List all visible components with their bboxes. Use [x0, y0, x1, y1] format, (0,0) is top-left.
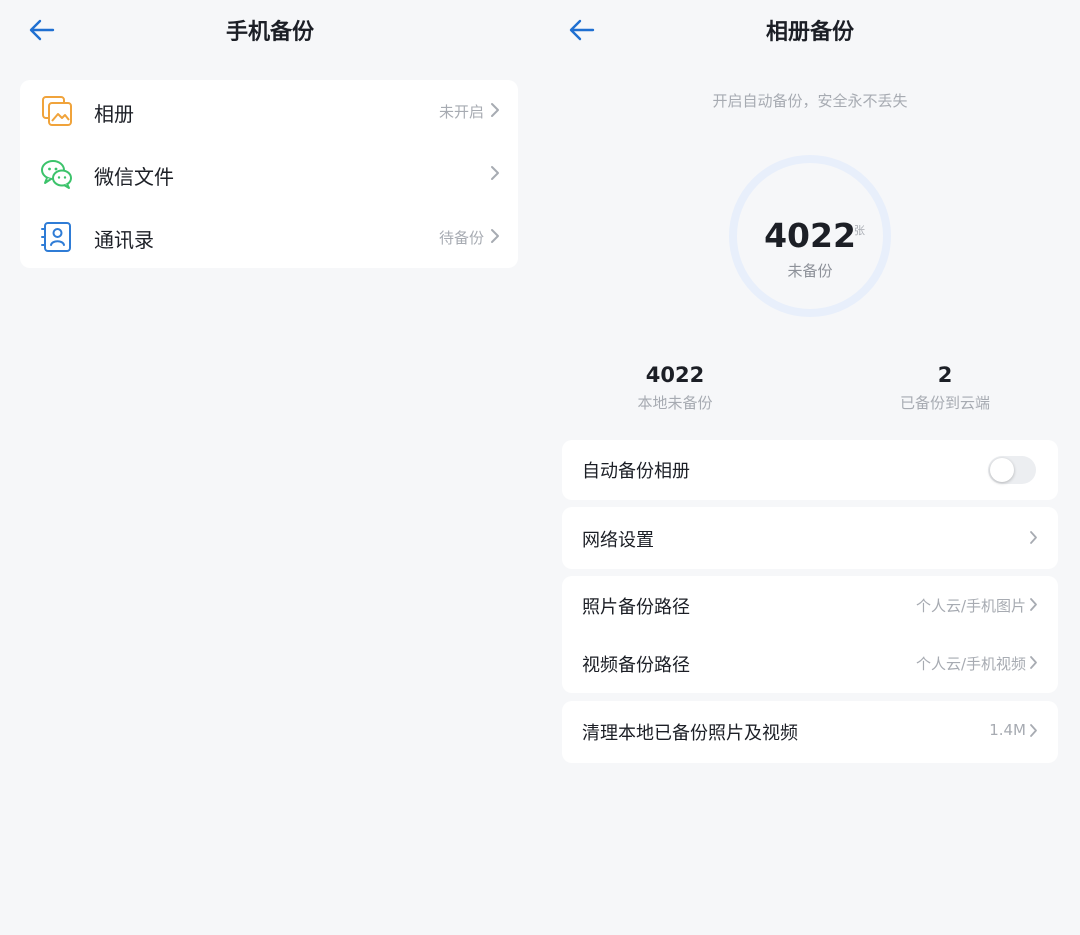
stat-local-not-backed-up: 4022 本地未备份	[575, 362, 775, 413]
backup-type-list: 相册 未开启 微信文件 通讯录 待备份	[20, 80, 518, 268]
photo-path-label: 照片备份路径	[582, 597, 690, 618]
count-unit: 张	[854, 224, 865, 237]
album-backup-panel: 相册备份 开启自动备份，安全永不丢失 4022 张 未备份 4022 本地未备份…	[540, 0, 1080, 935]
backup-tip: 开启自动备份，安全永不丢失	[712, 92, 908, 110]
chevron-right-icon	[491, 166, 499, 180]
video-path-label: 视频备份路径	[582, 655, 690, 676]
auto-backup-row: 自动备份相册	[562, 440, 1058, 498]
list-item-contacts[interactable]: 通讯录 待备份	[20, 206, 518, 268]
chevron-right-icon	[491, 103, 499, 117]
stat-backed-up-to-cloud: 2 已备份到云端	[845, 362, 1045, 413]
cleanup-row[interactable]: 清理本地已备份照片及视频 1.4M	[562, 702, 1058, 760]
phone-backup-panel: 手机备份 相册 未开启 微信文件 通讯录 待备份	[0, 0, 540, 935]
status-text: 未开启	[438, 103, 484, 121]
video-path-value: 个人云/手机视频	[915, 655, 1026, 673]
list-item-wechat-files[interactable]: 微信文件	[20, 143, 518, 205]
cleanup-size: 1.4M	[989, 721, 1026, 739]
page-title: 相册备份	[765, 20, 854, 45]
stat-label: 已备份到云端	[899, 394, 990, 412]
video-path-row[interactable]: 视频备份路径 个人云/手机视频	[562, 634, 1058, 692]
status-text: 待备份	[438, 229, 484, 247]
stat-value: 2	[937, 363, 953, 387]
list-item-label: 微信文件	[94, 165, 174, 189]
contacts-icon	[41, 222, 71, 252]
list-item-label: 相册	[94, 102, 134, 126]
auto-backup-label: 自动备份相册	[582, 461, 690, 482]
network-settings-row[interactable]: 网络设置	[562, 509, 1058, 567]
album-icon	[42, 96, 72, 126]
backup-path-card: 照片备份路径 个人云/手机图片 视频备份路径 个人云/手机视频	[562, 576, 1058, 693]
top-bar: 手机备份	[0, 0, 540, 62]
photo-path-value: 个人云/手机图片	[915, 597, 1026, 615]
cleanup-label: 清理本地已备份照片及视频	[582, 723, 798, 744]
network-card: 网络设置	[562, 507, 1058, 569]
chevron-right-icon	[1030, 656, 1037, 669]
stat-label: 本地未备份	[637, 394, 713, 412]
photo-path-row[interactable]: 照片备份路径 个人云/手机图片	[562, 576, 1058, 634]
top-bar: 相册备份	[540, 0, 1080, 62]
chevron-right-icon	[491, 229, 499, 243]
auto-backup-card: 自动备份相册	[562, 440, 1058, 500]
list-item-label: 通讯录	[94, 228, 154, 252]
auto-backup-toggle[interactable]	[988, 456, 1036, 484]
chevron-right-icon	[1030, 724, 1037, 737]
toggle-knob	[990, 458, 1014, 482]
chevron-right-icon	[1030, 598, 1037, 611]
page-title: 手机备份	[225, 20, 314, 45]
list-item-album[interactable]: 相册 未开启	[20, 80, 518, 142]
network-settings-label: 网络设置	[582, 530, 654, 551]
wechat-icon	[41, 160, 72, 189]
chevron-right-icon	[1030, 531, 1037, 544]
not-backed-up-label: 未备份	[787, 262, 833, 280]
stat-value: 4022	[645, 363, 705, 387]
not-backed-up-count: 4022	[764, 216, 856, 255]
cleanup-card: 清理本地已备份照片及视频 1.4M	[562, 701, 1058, 763]
